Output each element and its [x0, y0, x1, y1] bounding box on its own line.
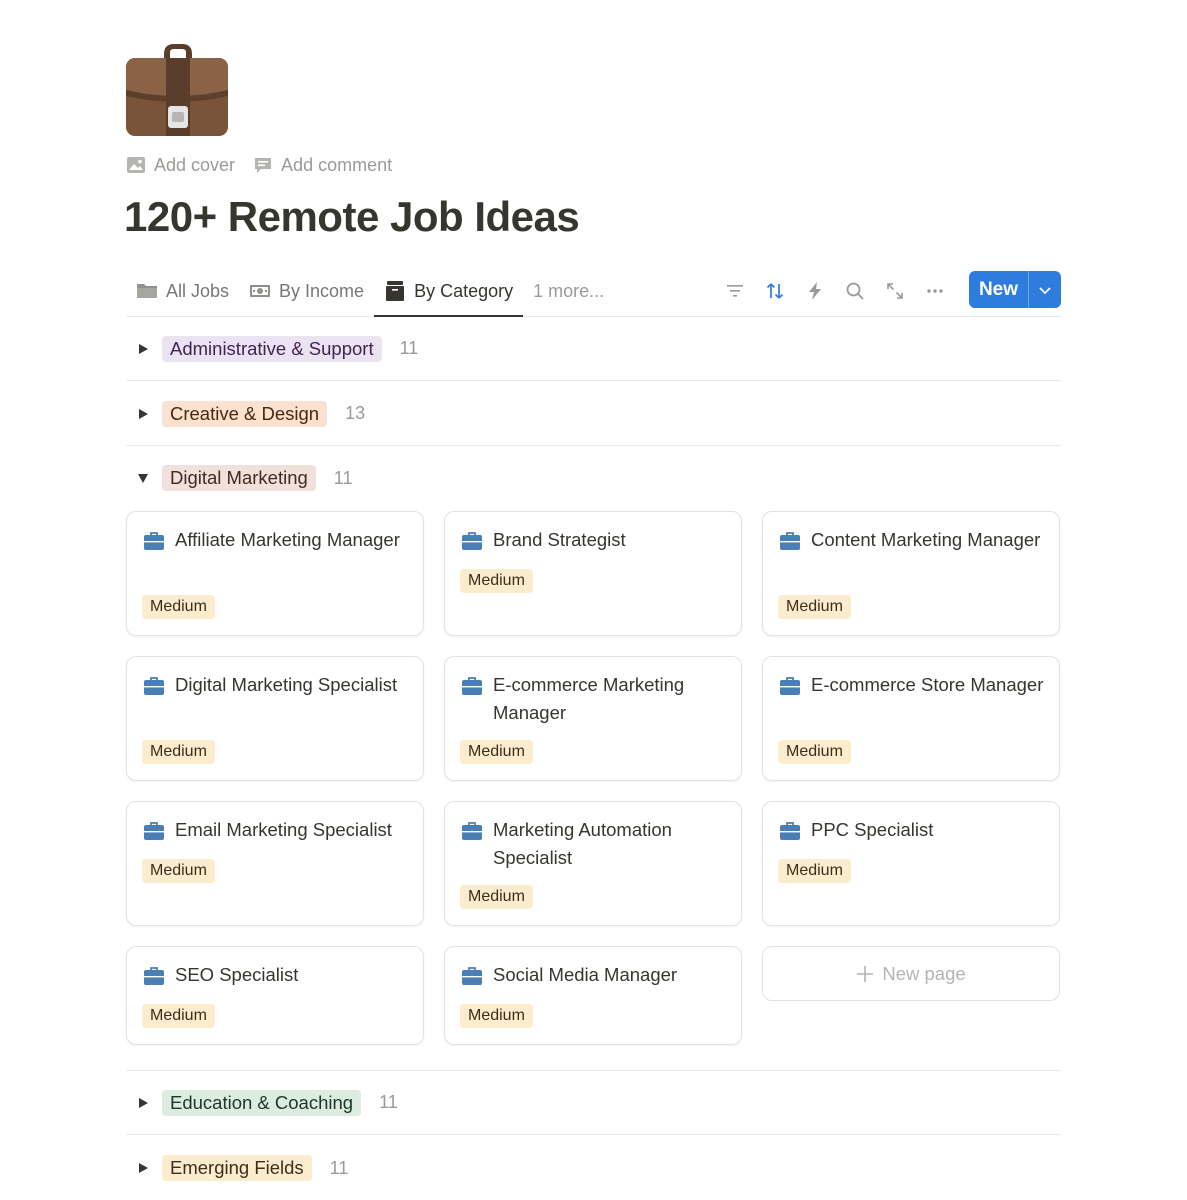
new-button[interactable]: New: [969, 271, 1061, 308]
job-card[interactable]: E-commerce Store Manager Medium: [762, 656, 1060, 781]
job-card[interactable]: Digital Marketing Specialist Medium: [126, 656, 424, 781]
toggle-triangle-down-icon[interactable]: [128, 463, 158, 493]
new-page-button[interactable]: New page: [762, 946, 1060, 1001]
add-comment-button[interactable]: Add comment: [253, 152, 392, 178]
group-count: 11: [379, 1092, 398, 1112]
card-title: Email Marketing Specialist: [175, 819, 392, 840]
briefcase-icon: [462, 822, 482, 840]
briefcase-icon: [144, 677, 164, 695]
group-count: 13: [345, 403, 366, 423]
briefcase-icon: [780, 822, 800, 840]
tab-label: All Jobs: [166, 280, 230, 301]
group-digital-marketing: Digital Marketing 11: [126, 446, 1061, 510]
toggle-triangle-icon[interactable]: [128, 399, 158, 429]
image-icon: [127, 157, 145, 173]
group-education-coaching: Education & Coaching 11: [126, 1071, 1061, 1135]
card-title: SEO Specialist: [175, 964, 299, 985]
difficulty-tag: Medium: [142, 859, 215, 883]
add-comment-label: Add comment: [281, 154, 393, 175]
job-card[interactable]: PPC Specialist Medium: [762, 801, 1060, 926]
tab-by-category[interactable]: By Category: [374, 266, 524, 317]
group-count: 11: [333, 467, 353, 488]
chevron-down-icon[interactable]: [1029, 271, 1061, 308]
briefcase-icon: [462, 677, 482, 695]
job-card[interactable]: Content Marketing Manager Medium: [762, 511, 1060, 636]
card-title: Content Marketing Manager: [811, 529, 1041, 550]
difficulty-tag: Medium: [460, 885, 533, 909]
briefcase-icon: [144, 967, 164, 985]
group-administrative-support: Administrative & Support 11: [126, 317, 1061, 381]
difficulty-tag: Medium: [142, 1004, 215, 1028]
toggle-triangle-icon[interactable]: [128, 1153, 158, 1183]
briefcase-icon: [780, 532, 800, 550]
add-cover-button[interactable]: Add cover: [126, 152, 235, 178]
sort-icon[interactable]: [761, 277, 789, 305]
views-toolbar: All Jobs By Income By Category 1 more...: [126, 266, 1061, 317]
card-title: Social Media Manager: [493, 964, 678, 985]
tab-label: By Category: [414, 280, 514, 301]
group-count: 11: [399, 338, 419, 358]
folder-icon: [137, 284, 157, 298]
job-card[interactable]: Brand Strategist Medium: [444, 511, 742, 636]
job-card[interactable]: E-commerce Marketing Manager Medium: [444, 656, 742, 781]
more-views-button[interactable]: 1 more...: [523, 266, 614, 316]
card-title: E-commerce Store Manager: [811, 674, 1044, 695]
job-card[interactable]: Email Marketing Specialist Medium: [126, 801, 424, 926]
briefcase-icon: [144, 532, 164, 550]
plus-icon: [857, 965, 874, 982]
expand-icon[interactable]: [881, 277, 909, 305]
card-title: Affiliate Marketing Manager: [175, 529, 400, 550]
add-cover-label: Add cover: [154, 154, 236, 175]
group-tag[interactable]: Administrative & Support: [162, 335, 382, 362]
briefcase-icon: [462, 967, 482, 985]
job-card[interactable]: Social Media Manager Medium: [444, 946, 742, 1045]
group-tag[interactable]: Emerging Fields: [162, 1155, 312, 1181]
group-emerging-fields: Emerging Fields 11: [126, 1136, 1061, 1200]
briefcase-page-icon[interactable]: [124, 40, 230, 140]
toggle-triangle-icon[interactable]: [128, 1088, 158, 1118]
group-tag[interactable]: Digital Marketing: [162, 465, 316, 491]
difficulty-tag: Medium: [460, 569, 533, 593]
page-title[interactable]: 120+ Remote Job Ideas: [124, 193, 580, 241]
group-tag[interactable]: Education & Coaching: [162, 1089, 362, 1116]
group-creative-design: Creative & Design 13: [126, 382, 1061, 446]
briefcase-icon: [780, 677, 800, 695]
filter-icon[interactable]: [721, 277, 749, 305]
difficulty-tag: Medium: [460, 740, 533, 764]
briefcase-icon: [462, 532, 482, 550]
job-card[interactable]: Affiliate Marketing Manager Medium: [126, 511, 424, 636]
card-title: Brand Strategist: [493, 529, 626, 550]
search-icon[interactable]: [841, 277, 869, 305]
money-icon: [250, 285, 271, 297]
difficulty-tag: Medium: [778, 859, 851, 883]
tab-label: By Income: [279, 280, 365, 301]
new-button-label[interactable]: New: [969, 271, 1029, 308]
briefcase-icon: [144, 822, 164, 840]
card-title: PPC Specialist: [811, 819, 934, 840]
card-title: E-commerce Marketing Manager: [493, 674, 685, 723]
comment-icon: [255, 158, 272, 173]
toggle-triangle-icon[interactable]: [128, 334, 158, 364]
automation-bolt-icon[interactable]: [801, 277, 829, 305]
difficulty-tag: Medium: [142, 740, 215, 764]
new-page-label: New page: [882, 962, 966, 984]
job-card[interactable]: Marketing Automation Specialist Medium: [444, 801, 742, 926]
group-count: 11: [329, 1157, 349, 1178]
tab-all-jobs[interactable]: All Jobs: [126, 266, 239, 316]
group-tag[interactable]: Creative & Design: [162, 400, 328, 427]
tab-by-income[interactable]: By Income: [239, 266, 374, 316]
difficulty-tag: Medium: [460, 1004, 533, 1028]
difficulty-tag: Medium: [778, 595, 851, 619]
card-title: Marketing Automation Specialist: [493, 819, 672, 868]
job-card[interactable]: SEO Specialist Medium: [126, 946, 424, 1045]
difficulty-tag: Medium: [142, 595, 215, 619]
filing-cabinet-icon: [386, 281, 405, 301]
difficulty-tag: Medium: [778, 740, 851, 764]
more-icon[interactable]: [921, 277, 949, 305]
card-title: Digital Marketing Specialist: [175, 674, 398, 695]
